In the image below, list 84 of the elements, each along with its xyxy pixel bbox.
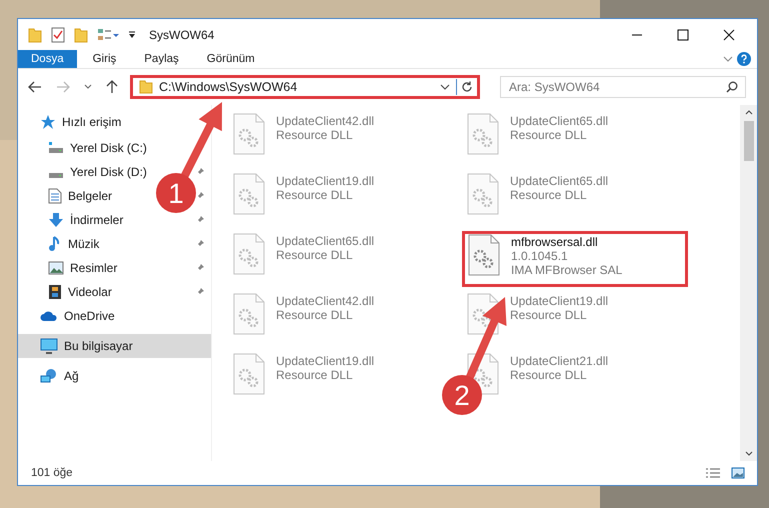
ribbon-tab[interactable]: Giriş — [80, 50, 128, 68]
properties-icon — [51, 26, 65, 42]
up-arrow-icon[interactable] — [106, 80, 118, 94]
scroll-bar[interactable] — [740, 105, 757, 461]
file-detail: Resource DLL — [276, 248, 354, 262]
sidebar-item[interactable]: Videolar — [68, 285, 112, 299]
details-view-icon[interactable] — [705, 467, 721, 479]
sidebar-item[interactable]: Hızlı erişim — [62, 115, 122, 129]
dll-file-icon — [466, 173, 500, 215]
maximize-icon[interactable] — [677, 28, 689, 40]
image-icon — [48, 261, 64, 275]
view-icon — [97, 28, 119, 42]
highlighted-file[interactable]: mfbrowsersal.dll 1.0.1045.1 IMA MFBrowser SAL — [462, 231, 688, 287]
scroll-thumb[interactable] — [744, 121, 754, 161]
file-name[interactable]: mfbrowsersal.dll — [511, 235, 622, 249]
dll-file-icon — [232, 353, 266, 395]
sidebar-item[interactable]: İndirmeler — [70, 213, 124, 227]
folder-icon — [139, 80, 153, 94]
chevron-up-icon[interactable] — [744, 109, 752, 115]
dll-file-icon — [232, 293, 266, 335]
file-name[interactable]: UpdateClient19.dll — [276, 174, 374, 188]
ribbon-tab[interactable]: Dosya — [18, 50, 77, 68]
file-name[interactable]: UpdateClient65.dll — [276, 234, 374, 248]
close-icon[interactable] — [723, 28, 735, 40]
file-detail: Resource DLL — [276, 188, 354, 202]
file-name[interactable]: UpdateClient42.dll — [276, 294, 374, 308]
chevron-down-icon[interactable] — [744, 451, 752, 457]
cloud-icon — [40, 310, 58, 322]
film-icon — [48, 284, 62, 300]
sidebar-item[interactable]: Yerel Disk (C:) — [70, 141, 147, 155]
sidebar-item[interactable]: Müzik — [68, 237, 100, 251]
file-detail: Resource DLL — [276, 128, 354, 142]
file-detail: Resource DLL — [276, 368, 354, 382]
file-name[interactable]: UpdateClient21.dll — [510, 354, 608, 368]
computer-icon — [40, 338, 58, 354]
file-detail: IMA MFBrowser SAL — [511, 263, 622, 277]
document-icon — [48, 188, 62, 204]
step-badge: 1 — [156, 173, 196, 213]
file-name[interactable]: UpdateClient65.dll — [510, 174, 608, 188]
file-detail: Resource DLL — [276, 308, 354, 322]
item-count: 101 öğe — [31, 467, 73, 479]
music-note-icon — [48, 236, 62, 252]
network-icon — [40, 368, 58, 384]
sidebar-item[interactable]: OneDrive — [64, 309, 115, 323]
file-detail: 1.0.1045.1 — [511, 249, 569, 263]
help-icon[interactable] — [737, 52, 751, 66]
sidebar-item[interactable]: Bu bilgisayar — [18, 334, 211, 358]
file-detail: Resource DLL — [510, 308, 588, 322]
sidebar-item[interactable]: Yerel Disk (D:) — [70, 165, 147, 179]
chevron-icon[interactable] — [84, 84, 92, 90]
large-icons-view-icon[interactable] — [731, 467, 745, 479]
file-name[interactable]: UpdateClient19.dll — [510, 294, 608, 308]
file-name[interactable]: UpdateClient65.dll — [510, 114, 608, 128]
file-detail: Resource DLL — [510, 368, 588, 382]
star-icon — [40, 114, 56, 130]
folder-icon — [28, 26, 42, 42]
dll-file-icon — [232, 113, 266, 155]
file-name[interactable]: UpdateClient42.dll — [276, 114, 374, 128]
sidebar-item[interactable]: Resimler — [70, 261, 118, 275]
search-field[interactable]: Ara: SysWOW64 — [500, 76, 746, 98]
back-arrow-icon[interactable] — [28, 81, 42, 93]
sidebar-label: Bu bilgisayar — [64, 339, 133, 353]
dll-file-icon — [467, 234, 501, 276]
file-name[interactable]: UpdateClient19.dll — [276, 354, 374, 368]
step-badge: 2 — [442, 375, 482, 415]
ribbon-tab[interactable]: Görünüm — [194, 50, 267, 68]
search-icon — [726, 81, 738, 93]
address-path: C:\Windows\SysWOW64 — [159, 80, 298, 94]
folder-icon — [74, 26, 88, 42]
address-bar[interactable]: C:\Windows\SysWOW64 — [130, 75, 480, 99]
dropdown-icon[interactable] — [128, 30, 136, 40]
sidebar-item[interactable]: Belgeler — [68, 189, 112, 203]
chevron-icon[interactable] — [440, 84, 450, 90]
ribbon-tab[interactable]: Paylaş — [132, 50, 191, 68]
dll-file-icon — [232, 173, 266, 215]
window-title: SysWOW64 — [149, 28, 214, 42]
drive-icon — [48, 172, 64, 178]
down-arrow-icon — [48, 212, 64, 228]
dll-file-icon — [232, 233, 266, 275]
sidebar-item[interactable]: Ağ — [64, 369, 79, 383]
file-detail: Resource DLL — [510, 128, 588, 142]
drive-icon — [48, 141, 64, 155]
file-detail: Resource DLL — [510, 188, 588, 202]
dll-file-icon — [466, 113, 500, 155]
